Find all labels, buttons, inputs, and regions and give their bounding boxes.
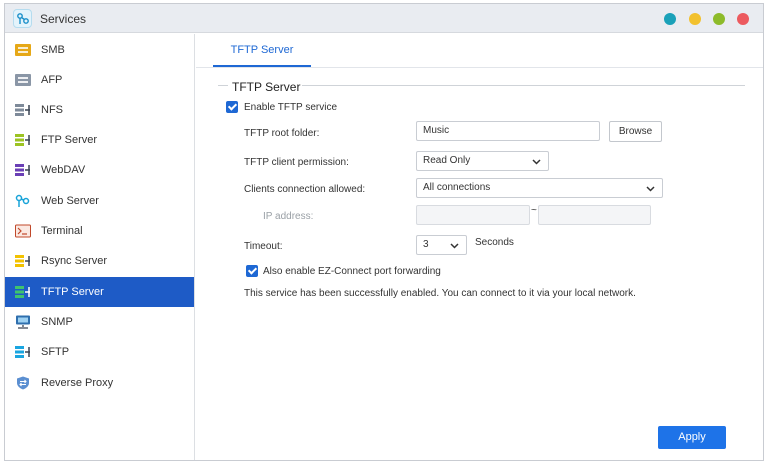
ip-range-separator: ~ <box>531 205 537 216</box>
window-info-button[interactable] <box>664 13 676 25</box>
nfs-icon <box>15 103 31 117</box>
clients-value: All connections <box>423 182 491 193</box>
permission-label: TFTP client permission: <box>244 157 349 168</box>
sidebar-item-label: NFS <box>41 104 63 116</box>
smb-icon <box>15 43 31 57</box>
sidebar-item-label: Web Server <box>41 195 99 207</box>
sidebar-item-reverse-proxy[interactable]: Reverse Proxy <box>5 368 194 398</box>
sidebar-item-label: WebDAV <box>41 164 86 176</box>
web-server-icon <box>15 194 31 208</box>
reverse-proxy-icon <box>15 376 31 390</box>
sidebar-item-label: FTP Server <box>41 134 98 146</box>
timeout-select[interactable]: 3 <box>416 235 467 255</box>
clients-label: Clients connection allowed: <box>244 184 366 195</box>
enable-tftp-checkbox[interactable] <box>226 101 238 113</box>
chevron-down-icon <box>532 159 541 165</box>
sidebar-item-sftp[interactable]: SFTP <box>5 337 194 367</box>
ezconnect-label: Also enable EZ-Connect port forwarding <box>263 266 441 277</box>
chevron-down-icon <box>450 243 459 249</box>
sidebar-item-snmp[interactable]: SNMP <box>5 307 194 337</box>
sidebar-item-label: TFTP Server <box>41 286 104 298</box>
sidebar-item-label: AFP <box>41 74 63 86</box>
status-message: This service has been successfully enabl… <box>244 288 636 299</box>
services-window: Services SMB AFP NFS FTP Server WebDAV W… <box>4 3 764 461</box>
sidebar-item-webdav[interactable]: WebDAV <box>5 155 194 185</box>
window-maximize-button[interactable] <box>713 13 725 25</box>
main-panel: TFTP Server TFTP Server Enable TFTP serv… <box>196 34 763 460</box>
timeout-label: Timeout: <box>244 241 283 252</box>
section-divider-right <box>302 85 745 86</box>
webdav-icon <box>15 163 31 177</box>
ezconnect-checkbox[interactable] <box>246 265 258 277</box>
apply-button[interactable]: Apply <box>658 426 726 449</box>
terminal-icon <box>15 224 31 238</box>
window-minimize-button[interactable] <box>689 13 701 25</box>
afp-icon <box>15 73 31 87</box>
tab-tftp-server[interactable]: TFTP Server <box>213 34 311 66</box>
permission-value: Read Only <box>423 155 471 166</box>
rsync-server-icon <box>15 254 31 268</box>
sidebar-item-label: SFTP <box>41 346 70 358</box>
snmp-icon <box>15 315 31 329</box>
root-folder-label: TFTP root folder: <box>244 128 320 139</box>
sidebar-item-label: SMB <box>41 44 65 56</box>
section-divider-left <box>218 85 228 86</box>
sidebar-item-label: Terminal <box>41 225 83 237</box>
clients-select[interactable]: All connections <box>416 178 663 198</box>
sidebar-item-rsync-server[interactable]: Rsync Server <box>5 246 194 276</box>
section-title: TFTP Server <box>232 80 301 94</box>
sftp-icon <box>15 345 31 359</box>
sidebar-item-afp[interactable]: AFP <box>5 65 194 95</box>
sidebar-item-terminal[interactable]: Terminal <box>5 216 194 246</box>
permission-select[interactable]: Read Only <box>416 151 549 171</box>
ip-start-input[interactable] <box>416 205 530 225</box>
window-title: Services <box>40 12 87 26</box>
tab-divider <box>196 67 763 68</box>
tftp-server-icon <box>15 285 31 299</box>
services-app-icon <box>13 9 32 28</box>
sidebar-item-label: SNMP <box>41 316 73 328</box>
sidebar-item-nfs[interactable]: NFS <box>5 95 194 125</box>
sidebar-item-smb[interactable]: SMB <box>5 35 194 65</box>
sidebar-item-ftp-server[interactable]: FTP Server <box>5 125 194 155</box>
ftp-server-icon <box>15 133 31 147</box>
sidebar-item-tftp-server[interactable]: TFTP Server <box>5 277 194 307</box>
ip-end-input[interactable] <box>538 205 651 225</box>
timeout-value: 3 <box>423 239 429 250</box>
sidebar-item-label: Reverse Proxy <box>41 377 114 389</box>
sidebar: SMB AFP NFS FTP Server WebDAV Web Server… <box>5 34 195 460</box>
sidebar-item-label: Rsync Server <box>41 255 108 267</box>
sidebar-item-web-server[interactable]: Web Server <box>5 186 194 216</box>
browse-button[interactable]: Browse <box>609 121 662 142</box>
chevron-down-icon <box>646 186 655 192</box>
root-folder-input[interactable]: Music <box>416 121 600 141</box>
ip-address-label: IP address: <box>263 211 314 222</box>
window-close-button[interactable] <box>737 13 749 25</box>
enable-tftp-label: Enable TFTP service <box>244 102 338 113</box>
title-bar: Services <box>5 4 763 33</box>
timeout-unit: Seconds <box>475 237 514 248</box>
